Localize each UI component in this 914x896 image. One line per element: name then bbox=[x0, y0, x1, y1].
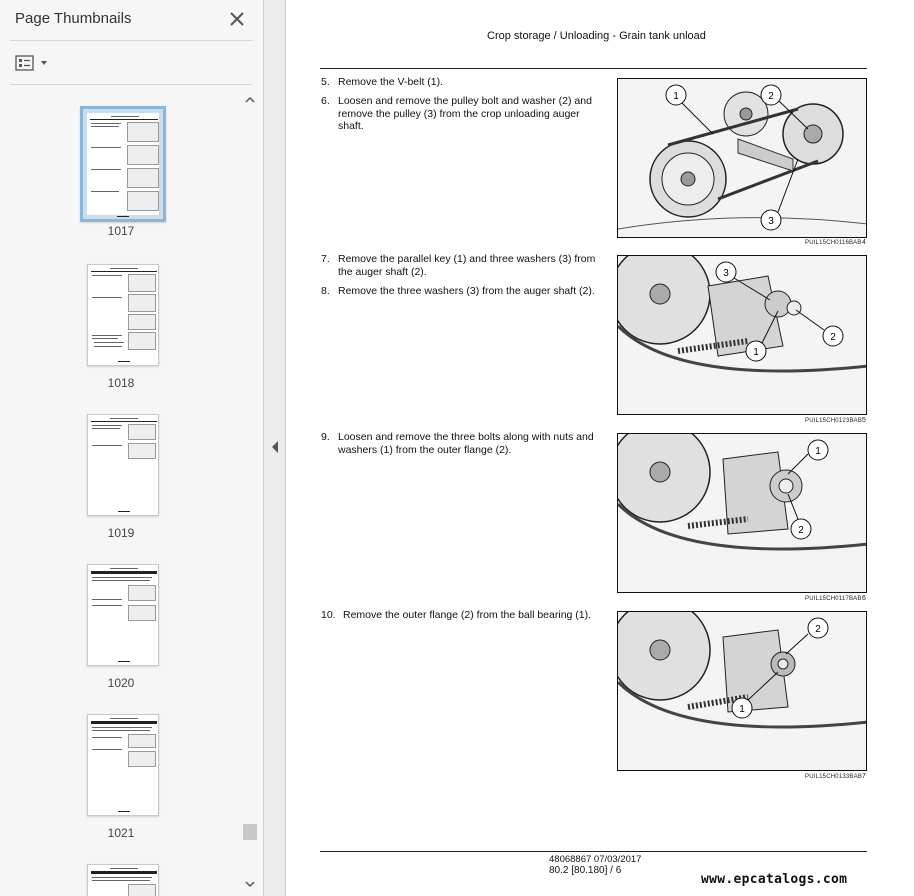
header-rule bbox=[320, 68, 867, 69]
figure-number: 4 bbox=[862, 239, 866, 246]
thumbnail-label: 1017 bbox=[107, 224, 135, 238]
pdf-viewer: Page Thumbnails 1017 1018 1019 1020 1021… bbox=[0, 0, 914, 896]
thumbnail-image bbox=[87, 864, 159, 896]
svg-text:1: 1 bbox=[673, 91, 679, 102]
step-number: 6. bbox=[321, 95, 330, 107]
divider bbox=[10, 84, 252, 85]
figure-code: PUIL15CH0116BAB bbox=[805, 240, 862, 246]
thumbnail-list: 1017 1018 1019 1020 1021 bbox=[0, 90, 242, 896]
thumbnail-image bbox=[87, 714, 159, 816]
svg-text:2: 2 bbox=[798, 525, 804, 536]
thumbnail-page[interactable]: 1020 bbox=[0, 564, 242, 694]
svg-text:3: 3 bbox=[723, 268, 729, 279]
footer-page-number: 80.2 [80.180] / 6 bbox=[549, 865, 622, 876]
thumbnail-page[interactable] bbox=[0, 864, 242, 896]
callout: 1 bbox=[731, 697, 753, 719]
callout: 2 bbox=[760, 84, 782, 106]
thumbnail-image bbox=[87, 564, 159, 666]
thumbnail-options-button[interactable] bbox=[15, 54, 55, 72]
figure-auger-shaft: 3 1 2 bbox=[617, 255, 867, 415]
svg-text:2: 2 bbox=[830, 332, 836, 343]
figure-ball-bearing: 2 1 bbox=[617, 611, 867, 771]
step-text: Remove the parallel key (1) and three wa… bbox=[338, 253, 596, 278]
callout: 1 bbox=[665, 84, 687, 106]
figure-code: PUIL15CH0117BAB bbox=[805, 596, 862, 602]
callout: 1 bbox=[807, 439, 829, 461]
thumbnail-page[interactable]: 1019 bbox=[0, 414, 242, 544]
page-header: Crop storage / Unloading - Grain tank un… bbox=[487, 30, 706, 42]
thumbnail-label: 1021 bbox=[107, 826, 135, 840]
thumbnail-page[interactable]: 1017 bbox=[0, 106, 242, 238]
callout: 3 bbox=[715, 261, 737, 283]
step-text: Loosen and remove the three bolts along … bbox=[338, 431, 594, 456]
step-number: 9. bbox=[321, 431, 330, 443]
svg-text:3: 3 bbox=[768, 216, 774, 227]
figure-code: PUIL15CH0133BAB bbox=[805, 774, 863, 780]
step-text: Remove the outer flange (2) from the bal… bbox=[343, 609, 592, 621]
figure-number: 6 bbox=[862, 595, 866, 602]
svg-text:2: 2 bbox=[768, 91, 774, 102]
chevron-down-icon[interactable] bbox=[242, 876, 258, 892]
thumbnail-page[interactable]: 1018 bbox=[0, 264, 242, 394]
thumbnail-image bbox=[87, 264, 159, 366]
footer-rule bbox=[320, 851, 867, 852]
thumbnail-label: 1019 bbox=[107, 526, 135, 540]
callout: 2 bbox=[790, 518, 812, 540]
callout: 2 bbox=[807, 617, 829, 639]
scrollbar-thumb[interactable] bbox=[243, 824, 257, 840]
thumbnail-image bbox=[87, 414, 159, 516]
panel-title: Page Thumbnails bbox=[15, 10, 132, 27]
svg-text:2: 2 bbox=[815, 624, 821, 635]
figure-pulley: 1 2 3 bbox=[617, 78, 867, 238]
figure-number: 5 bbox=[862, 417, 866, 424]
svg-text:1: 1 bbox=[815, 446, 821, 457]
callout: 3 bbox=[760, 209, 782, 231]
footer-document-id: 48068867 07/03/2017 bbox=[549, 854, 642, 865]
thumbnail-label: 1018 bbox=[107, 376, 135, 390]
step-text: Remove the V-belt (1). bbox=[338, 76, 444, 88]
panel-splitter[interactable] bbox=[264, 0, 286, 896]
svg-text:1: 1 bbox=[753, 347, 759, 358]
watermark: www.epcatalogs.com bbox=[701, 872, 848, 887]
step-number: 5. bbox=[321, 76, 330, 88]
step-number: 8. bbox=[321, 285, 330, 297]
divider bbox=[10, 40, 252, 41]
chevron-up-icon[interactable] bbox=[242, 92, 258, 108]
step-number: 7. bbox=[321, 253, 330, 265]
thumbnail-label: 1020 bbox=[107, 676, 135, 690]
document-page: Crop storage / Unloading - Grain tank un… bbox=[287, 0, 914, 896]
thumbnail-image bbox=[80, 106, 166, 222]
thumbnails-panel: Page Thumbnails 1017 1018 1019 1020 1021 bbox=[0, 0, 264, 896]
figure-number: 7 bbox=[862, 773, 866, 780]
step-number: 10. bbox=[321, 609, 336, 621]
figure-code: PUIL15CH0123BAB bbox=[805, 418, 863, 424]
callout: 2 bbox=[822, 325, 844, 347]
close-icon[interactable] bbox=[228, 10, 246, 28]
callout: 1 bbox=[745, 340, 767, 362]
figure-outer-flange: 1 2 bbox=[617, 433, 867, 593]
svg-text:1: 1 bbox=[739, 704, 745, 715]
collapse-panel-icon[interactable] bbox=[271, 440, 279, 454]
step-text: Loosen and remove the pulley bolt and wa… bbox=[338, 95, 592, 132]
thumbnail-scrollbar[interactable] bbox=[242, 90, 258, 896]
thumbnail-page[interactable]: 1021 bbox=[0, 714, 242, 844]
step-text: Remove the three washers (3) from the au… bbox=[338, 285, 595, 297]
